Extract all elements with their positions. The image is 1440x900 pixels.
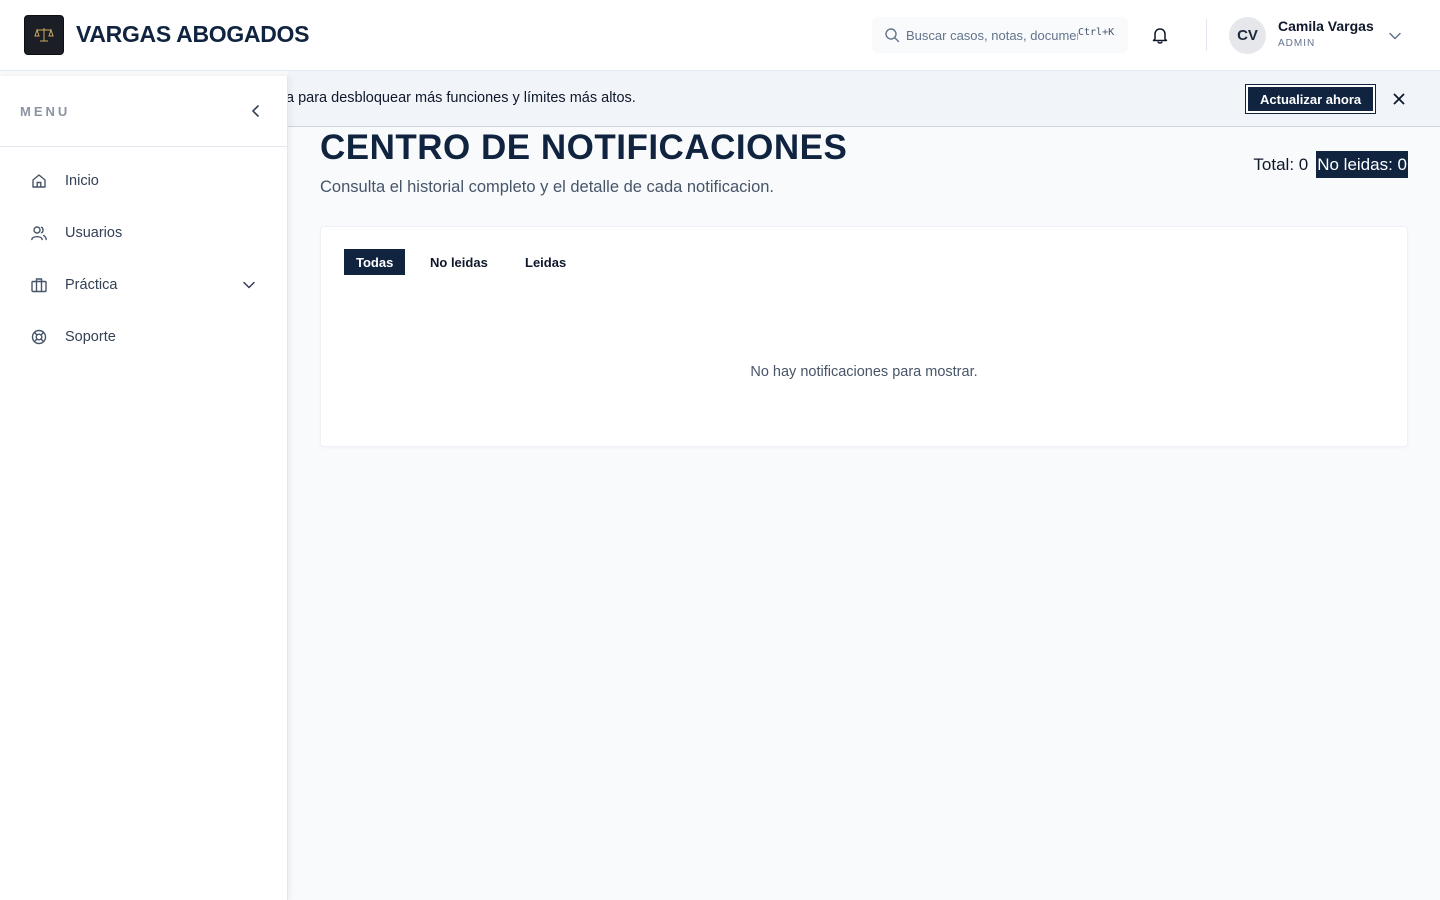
sidebar-item-inicio[interactable]: Inicio [16, 161, 272, 201]
upgrade-now-button[interactable]: Actualizar ahora [1244, 84, 1377, 114]
user-avatar[interactable]: CV [1229, 17, 1266, 54]
sidebar-title: MENU [20, 104, 71, 119]
sidebar-item-label: Práctica [65, 277, 118, 293]
notification-counts: Total: 0 No leidas: 0 [1253, 151, 1408, 178]
sidebar-item-label: Soporte [65, 329, 116, 345]
home-icon [32, 174, 46, 188]
tab-todas[interactable]: Todas [344, 249, 406, 275]
firm-logo[interactable] [24, 15, 64, 55]
total-count: Total: 0 [1253, 154, 1309, 174]
header-divider [1206, 19, 1207, 51]
brand-name: VARGAS ABOGADOS [76, 21, 310, 47]
upgrade-banner: a para desbloquear más funciones y límit… [286, 71, 1440, 127]
collapse-sidebar-icon[interactable] [248, 103, 264, 119]
empty-state-message: No hay notificaciones para mostrar. [750, 364, 978, 380]
tab-leidas[interactable]: Leidas [513, 249, 578, 275]
tab-no-leidas[interactable]: No leidas [418, 249, 500, 275]
bell-icon [1152, 28, 1168, 44]
notifications-button[interactable] [1150, 25, 1170, 45]
user-role: ADMIN [1278, 38, 1316, 49]
user-name[interactable]: Camila Vargas [1278, 18, 1374, 34]
search-input[interactable] [906, 25, 1078, 45]
sidebar-item-practica[interactable]: Práctica [16, 265, 272, 305]
lifebuoy-icon [31, 329, 47, 345]
notifications-card: Todas No leidas Leidas No hay notificaci… [320, 226, 1408, 447]
sidebar-header: MENU [0, 76, 287, 147]
banner-message: a para desbloquear más funciones y límit… [286, 90, 636, 106]
search-icon [885, 28, 900, 43]
sidebar: MENU Inicio Usuarios Práctica Soporte [0, 76, 288, 900]
page-subtitle: Consulta el historial completo y el deta… [320, 178, 775, 196]
sidebar-item-label: Inicio [65, 173, 99, 189]
sidebar-item-usuarios[interactable]: Usuarios [16, 213, 272, 253]
scales-of-justice-icon [34, 28, 54, 42]
chevron-down-icon[interactable] [1388, 29, 1402, 43]
search-shortcut-hint: Ctrl+K [1078, 27, 1115, 38]
sidebar-item-label: Usuarios [65, 225, 123, 241]
global-search[interactable]: Ctrl+K [872, 17, 1128, 53]
top-bar: VARGAS ABOGADOS Ctrl+K CV Camila Vargas … [0, 0, 1440, 71]
close-icon[interactable] [1392, 92, 1406, 106]
sidebar-item-soporte[interactable]: Soporte [16, 317, 272, 357]
unread-count-badge: No leidas: 0 [1316, 151, 1408, 178]
chevron-down-icon[interactable] [242, 278, 256, 292]
users-icon [31, 226, 47, 241]
briefcase-icon [31, 278, 47, 293]
page-title: CENTRO DE NOTIFICACIONES [320, 128, 848, 167]
